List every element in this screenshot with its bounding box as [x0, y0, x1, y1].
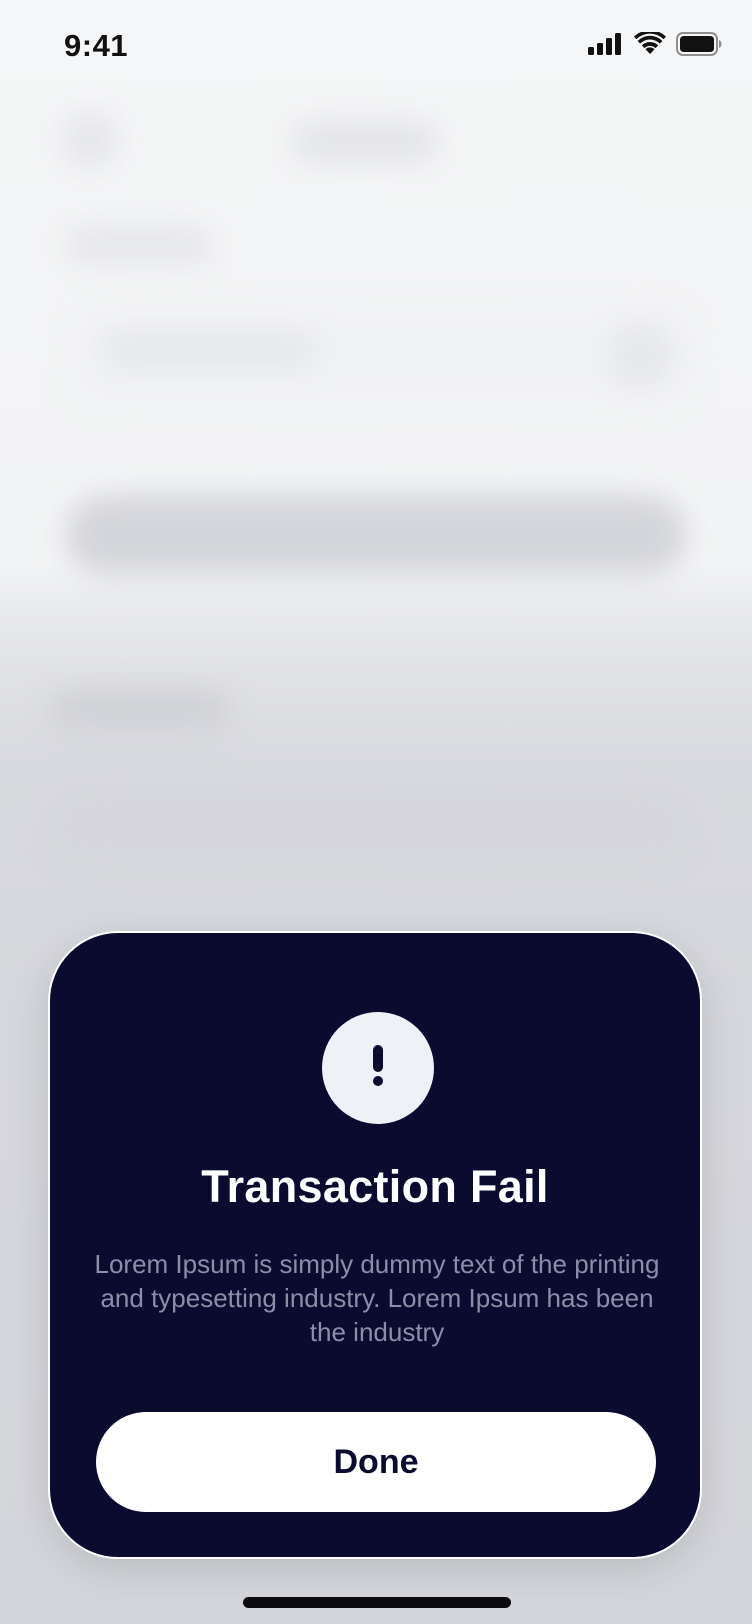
blurred-row-1: [50, 690, 230, 730]
transaction-fail-dialog: Transaction Fail Lorem Ipsum is simply d…: [48, 931, 702, 1559]
status-bar: 9:41: [0, 0, 752, 94]
exclamation-icon: [371, 1044, 385, 1092]
battery-icon: [676, 32, 722, 61]
blurred-card-text: [100, 330, 320, 370]
status-icons: [588, 30, 722, 61]
blurred-primary-button: [66, 495, 686, 575]
alert-badge: [322, 1012, 434, 1124]
blurred-header-title: [290, 120, 440, 164]
status-time: 9:41: [64, 28, 129, 63]
dialog-title: Transaction Fail: [201, 1161, 549, 1212]
done-button[interactable]: Done: [96, 1412, 656, 1512]
blurred-row-2: [50, 790, 690, 860]
signal-icon: [588, 32, 624, 61]
wifi-icon: [634, 30, 666, 61]
home-indicator[interactable]: [243, 1597, 511, 1608]
blurred-back-button: [60, 110, 120, 170]
blurred-section-label: [64, 225, 214, 265]
blurred-card-avatar: [606, 320, 676, 390]
screen: 9:41 Transaction Fail Lorem Ipsum is sim…: [0, 0, 752, 1624]
dialog-message: Lorem Ipsum is simply dummy text of the …: [94, 1249, 660, 1347]
